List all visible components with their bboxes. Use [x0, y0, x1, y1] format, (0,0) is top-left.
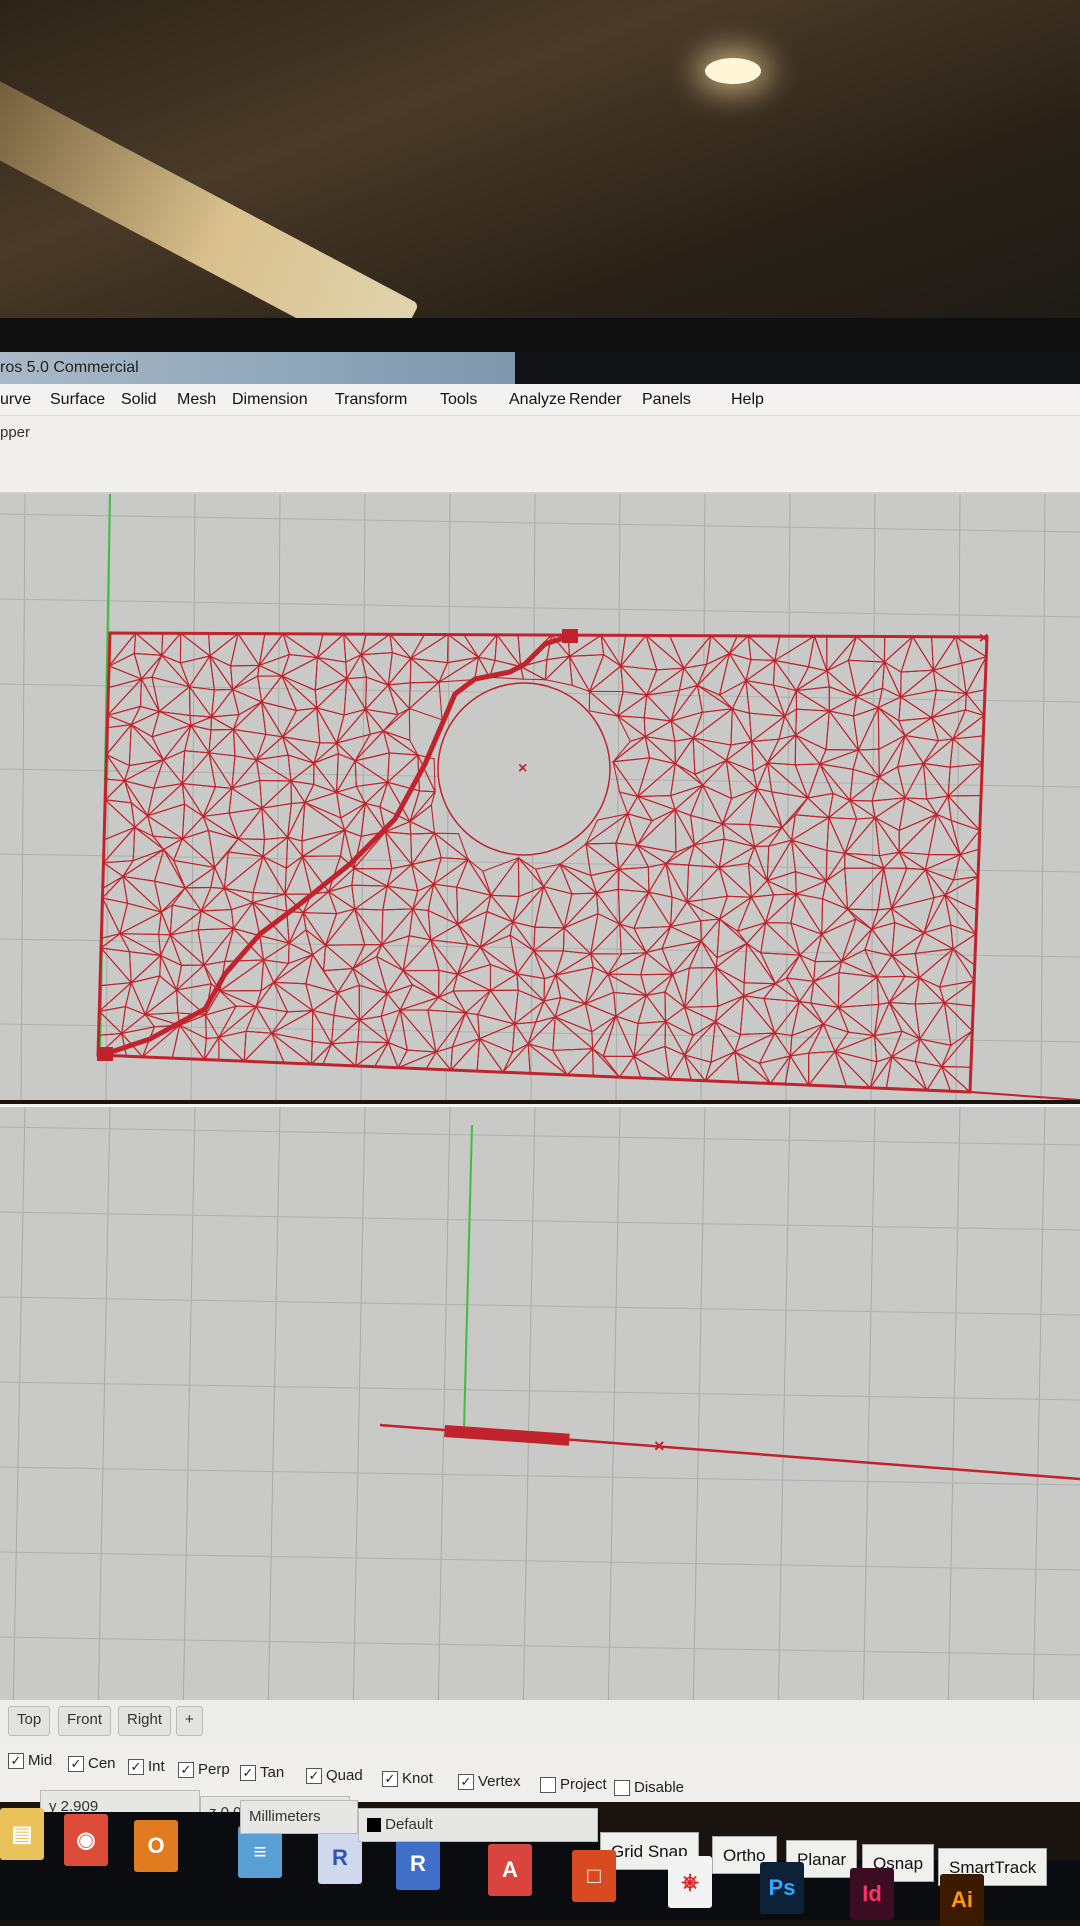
menu-help[interactable]: Help: [731, 391, 764, 409]
osnap-label: Cen: [88, 1755, 116, 1772]
acrobat-icon[interactable]: ⎈: [668, 1856, 712, 1908]
checkbox[interactable]: ✓: [458, 1773, 474, 1790]
menu-surface[interactable]: Surface: [50, 391, 105, 409]
osnap-project[interactable]: Project: [540, 1776, 607, 1793]
front-viewport[interactable]: ×: [0, 1104, 1080, 1714]
menu-panels[interactable]: Panels: [642, 391, 691, 409]
revit-2-icon[interactable]: R: [396, 1838, 440, 1890]
osnap-knot[interactable]: ✓ Knot: [382, 1770, 433, 1787]
osnap-label: Tan: [260, 1764, 285, 1781]
layer-indicator[interactable]: Default: [358, 1808, 598, 1842]
command-area[interactable]: pper: [0, 416, 1080, 494]
mesh-vertex-cluster: [444, 1425, 570, 1446]
tab-add[interactable]: +: [176, 1706, 203, 1736]
window-title: ros 5.0 Commercial: [0, 359, 139, 376]
checkbox[interactable]: ✓: [240, 1764, 256, 1781]
checkbox[interactable]: ✓: [178, 1761, 194, 1778]
outlook-icon[interactable]: O: [134, 1820, 178, 1872]
osnap-cen[interactable]: ✓ Cen: [68, 1755, 116, 1772]
title-bar: ros 5.0 Commercial: [0, 352, 1080, 384]
osnap-label: Knot: [402, 1770, 433, 1787]
checkbox[interactable]: [540, 1776, 556, 1793]
checkbox[interactable]: ✓: [68, 1755, 84, 1772]
top-viewport-canvas[interactable]: ××: [0, 494, 1080, 1100]
layer-color-swatch: [367, 1818, 381, 1833]
checkbox[interactable]: ✓: [8, 1752, 24, 1769]
layer-name: Default: [385, 1816, 433, 1833]
viewport-tabs: Top Front Right +: [0, 1700, 1080, 1742]
menu-urve[interactable]: urve: [0, 391, 31, 409]
background-ceiling-photo: [0, 0, 1080, 366]
menu-analyze[interactable]: Analyze: [509, 391, 566, 409]
tab-right[interactable]: Right: [118, 1706, 172, 1736]
indesign-icon[interactable]: Id: [850, 1868, 894, 1920]
tab-top[interactable]: Top: [8, 1706, 51, 1736]
y-axis-line: [463, 1124, 473, 1430]
chrome-icon[interactable]: ◉: [64, 1814, 108, 1866]
checkbox[interactable]: [614, 1779, 630, 1796]
osnap-label: Perp: [198, 1761, 230, 1778]
menu-render[interactable]: Render: [569, 391, 621, 409]
menu-transform[interactable]: Transform: [335, 391, 407, 409]
osnap-mid[interactable]: ✓ Mid: [8, 1752, 52, 1769]
osnap-label: Vertex: [478, 1773, 521, 1790]
photoshop-icon[interactable]: Ps: [760, 1862, 804, 1914]
illustrator-icon[interactable]: Ai: [940, 1874, 984, 1926]
tab-front[interactable]: Front: [58, 1706, 112, 1736]
checkbox[interactable]: ✓: [128, 1758, 144, 1775]
osnap-int[interactable]: ✓ Int: [128, 1758, 165, 1775]
autocad-icon[interactable]: A: [488, 1844, 532, 1896]
osnap-label: Disable: [634, 1779, 685, 1796]
menu-dimension[interactable]: Dimension: [232, 391, 308, 409]
command-text: pper: [0, 424, 31, 441]
file-explorer-icon[interactable]: ▤: [0, 1808, 44, 1860]
osnap-label: Int: [148, 1758, 165, 1775]
osnap-label: Mid: [28, 1752, 53, 1769]
top-viewport[interactable]: × ×: [0, 494, 1080, 1100]
osnap-quad[interactable]: ✓ Quad: [306, 1767, 363, 1784]
osnap-label: Project: [560, 1776, 607, 1793]
osnap-perp[interactable]: ✓ Perp: [178, 1761, 230, 1778]
center-marker-icon: ×: [518, 760, 527, 777]
control-point: [97, 1047, 113, 1061]
ceiling-lamp: [705, 58, 761, 84]
units-indicator[interactable]: Millimeters: [240, 1800, 358, 1834]
menu-solid[interactable]: Solid: [121, 391, 157, 409]
osnap-vertex[interactable]: ✓ Vertex: [458, 1773, 521, 1790]
checkbox[interactable]: ✓: [306, 1767, 322, 1784]
osnap-disable[interactable]: Disable: [614, 1779, 684, 1796]
marker-icon: ×: [654, 1436, 665, 1456]
menu-mesh[interactable]: Mesh: [177, 391, 216, 409]
osnap-label: Quad: [326, 1767, 363, 1784]
corner-marker-icon: ×: [979, 630, 988, 647]
revit-icon[interactable]: R: [318, 1832, 362, 1884]
control-point: [562, 629, 578, 643]
front-viewport-canvas[interactable]: ×: [0, 1107, 1080, 1714]
checkbox[interactable]: ✓: [382, 1770, 398, 1787]
osnap-tan[interactable]: ✓ Tan: [240, 1764, 284, 1781]
menu-bar: urve Surface Solid Mesh Dimension Transform To…: [0, 384, 1080, 416]
menu-tools[interactable]: Tools: [440, 391, 477, 409]
office-icon[interactable]: □: [572, 1850, 616, 1902]
